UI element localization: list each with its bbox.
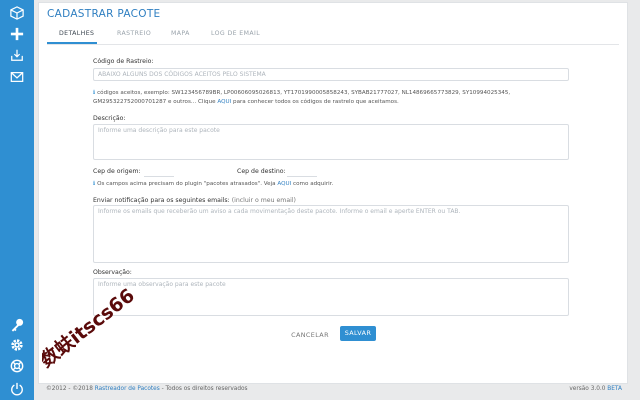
key-icon[interactable] (8, 316, 26, 334)
page-title: CADASTRAR PACOTE (47, 8, 161, 20)
tracking-help-line1: códigos aceitos, exemplo: SW123456789BR,… (97, 90, 511, 96)
origin-cep-label: Cep de origem: (93, 168, 141, 175)
active-tab-indicator (47, 42, 97, 44)
origin-cep-input[interactable] (144, 176, 174, 177)
plugin-help-text: Os campos acima precisam do plugin "paco… (97, 181, 278, 187)
notify-label-row: Enviar notificação para os seguintes ema… (93, 197, 296, 204)
tracking-input[interactable]: ABAIXO ALGUNS DOS CÓDIGOS ACEITOS PELO S… (93, 68, 569, 81)
description-label: Descrição: (93, 115, 126, 122)
destination-cep-input[interactable] (287, 176, 317, 177)
power-icon[interactable] (8, 380, 26, 398)
tab-bar: DETALHES RASTREIO MAPA LOG DE EMAIL (47, 27, 619, 45)
tracking-codes-link[interactable]: AQUI (217, 99, 231, 105)
include-my-email-link[interactable]: (incluir o meu email) (232, 197, 296, 204)
plugin-help-end: como adquirir. (291, 181, 334, 187)
description-textarea[interactable]: Informe uma descrição para este pacote (93, 124, 569, 160)
destination-cep-label: Cep de destino: (237, 168, 286, 175)
gear-icon[interactable] (8, 336, 26, 354)
tracking-help-line2: GM295322752000701287 e outros... Clique (93, 99, 218, 105)
footer-rights: - Todos os direitos reservados (159, 386, 248, 392)
description-placeholder: Informe uma descrição para este pacote (98, 127, 220, 134)
notify-label: Enviar notificação para os seguintes ema… (93, 197, 230, 204)
footer-copyright: ©2012 - ©2018 (46, 386, 95, 392)
plugin-link[interactable]: AQUI (277, 181, 291, 187)
footer-brand-link[interactable]: Rastreador de Pacotes (95, 386, 160, 392)
notify-placeholder: Informe os emails que receberão um aviso… (98, 208, 461, 215)
mail-icon[interactable] (8, 68, 26, 86)
tracking-placeholder: ABAIXO ALGUNS DOS CÓDIGOS ACEITOS PELO S… (98, 71, 266, 78)
sidebar (0, 0, 34, 400)
cancel-button[interactable]: CANCELAR (285, 329, 335, 341)
tab-mapa[interactable]: MAPA (171, 30, 190, 37)
footer-beta-badge: BETA (607, 386, 622, 392)
plugin-help: ℹ Os campos acima precisam do plugin "pa… (93, 180, 333, 189)
download-icon[interactable] (8, 46, 26, 64)
footer-copyright-row: ©2012 - ©2018 Rastreador de Pacotes - To… (46, 386, 248, 392)
watermark: 数蚨itscs66 (42, 284, 139, 372)
lifebuoy-icon[interactable] (8, 357, 26, 375)
tracking-help-line2-end: para conhecer todos os códigos de rastre… (231, 99, 399, 105)
footer-version: versão 3.0.0 (569, 386, 608, 392)
watermark-text: 数蚨itscs66 (42, 284, 139, 372)
observation-textarea[interactable]: Informe uma observação para este pacote (93, 278, 569, 316)
plus-icon[interactable] (8, 25, 26, 43)
footer-version-row: versão 3.0.0 BETA (569, 386, 622, 392)
tab-detalhes[interactable]: DETALHES (59, 30, 94, 37)
box-icon[interactable] (8, 4, 26, 22)
tracking-label: Código de Rastreio: (93, 58, 154, 65)
notify-emails-textarea[interactable]: Informe os emails que receberão um aviso… (93, 205, 569, 263)
tab-log-de-email[interactable]: LOG DE EMAIL (211, 30, 260, 37)
tracking-help: ℹ códigos aceitos, exemplo: SW123456789B… (93, 89, 583, 107)
save-button[interactable]: SALVAR (340, 326, 376, 341)
tab-rastreio[interactable]: RASTREIO (117, 30, 151, 37)
